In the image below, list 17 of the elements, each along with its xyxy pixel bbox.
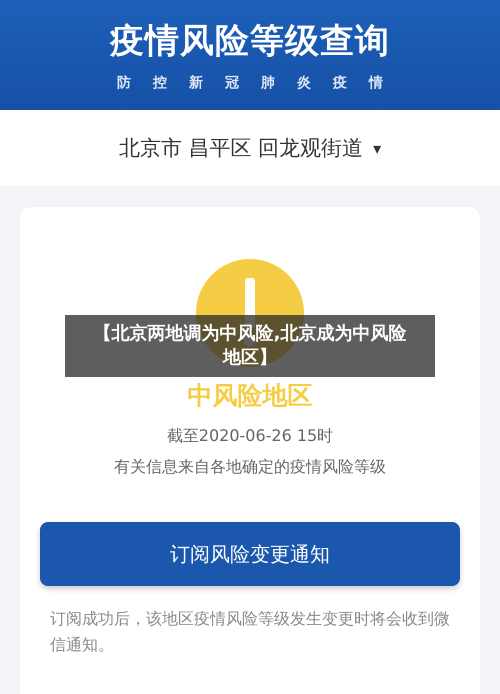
subtitle-char: 冠 [225,74,239,92]
page-title: 疫情风险等级查询 [110,20,390,63]
caption-banner: 【北京两地调为中风险,北京成为中风险地区】 [65,315,435,377]
source-note: 有关信息来自各地确定的疫情风险等级 [114,457,386,478]
subtitle-char: 情 [369,74,383,92]
risk-level: 中风险地区 [188,380,312,412]
subtitle-char: 肺 [261,74,275,92]
subtitle-char: 疫 [333,74,347,92]
subscribe-button[interactable]: 订阅风险变更通知 [40,522,460,586]
subtitle-char: 控 [153,74,167,92]
location-selector[interactable]: 北京市 昌平区 回龙观街道 ▾ [0,110,500,186]
caret-icon: ▾ [373,138,382,158]
subtitle-char: 新 [189,74,203,92]
subtitle-char: 防 [117,74,131,92]
subtitle-char: 炎 [297,74,311,92]
as-of-time: 截至2020-06-26 15时 [166,426,334,447]
subscribe-note: 订阅成功后，该地区疫情风险等级发生变更时将会收到微信通知。 [50,608,450,656]
